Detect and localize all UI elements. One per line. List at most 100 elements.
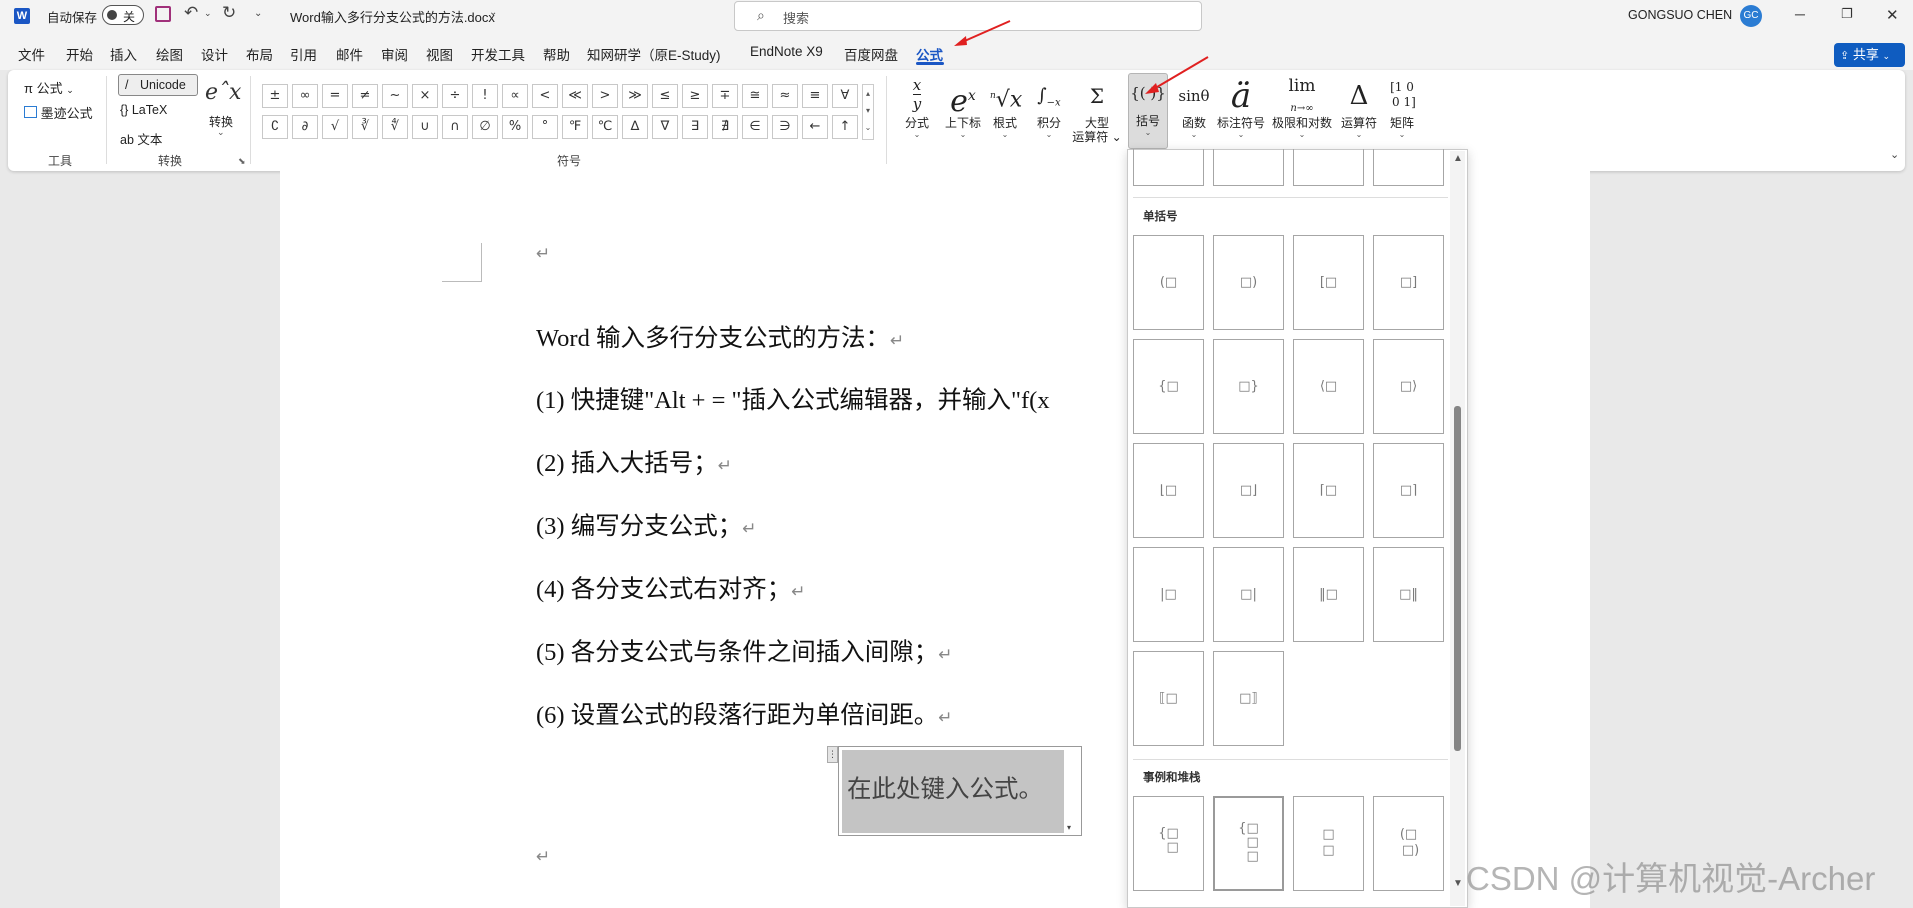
symbol-button[interactable]: > — [592, 84, 618, 108]
equation-handle[interactable]: ⋮ — [827, 746, 838, 763]
symbol-button[interactable]: ~ — [382, 84, 408, 108]
gallery-cell-partial[interactable] — [1373, 149, 1444, 186]
tab-insert[interactable]: 插入 — [110, 44, 137, 64]
scroll-down-icon[interactable]: ▼ — [1453, 878, 1463, 889]
share-button[interactable]: ⇪ 共享 ⌄ — [1834, 43, 1905, 67]
equation-options-icon[interactable]: ▾ — [1067, 823, 1071, 832]
collapse-ribbon-icon[interactable]: ⌄ — [1890, 148, 1899, 161]
symbol-button[interactable]: ← — [802, 115, 828, 139]
dialog-launcher-icon[interactable]: ⬊ — [238, 156, 246, 167]
symbol-button[interactable]: √ — [322, 115, 348, 139]
symbol-button[interactable]: ± — [262, 84, 288, 108]
bracket-cell[interactable]: (□ — [1133, 235, 1204, 330]
fraction-button[interactable]: xy 分式 ⌄ — [902, 76, 932, 140]
tab-view[interactable]: 视图 — [426, 44, 453, 64]
matrix-button[interactable]: [1 0 0 1] 矩阵 ⌄ — [1386, 76, 1418, 140]
text-button[interactable]: ab 文本 — [120, 129, 162, 148]
convert-icon[interactable]: eˆx — [205, 80, 241, 105]
symbol-button[interactable]: ∄ — [712, 115, 738, 139]
autosave-toggle[interactable]: 关 — [102, 5, 144, 25]
user-avatar[interactable]: GC — [1740, 5, 1762, 27]
bracket-cell[interactable]: ⟨□ — [1293, 339, 1364, 434]
bracket-cell[interactable]: {□ — [1133, 339, 1204, 434]
symbol-button[interactable]: ℃ — [592, 115, 618, 139]
symbol-button[interactable]: ° — [532, 115, 558, 139]
bracket-cell[interactable]: □⌋ — [1213, 443, 1284, 538]
restore-icon[interactable]: ❐ — [1841, 6, 1853, 22]
doc-line-5[interactable]: (4) 各分支公式右对齐；↵ — [536, 570, 805, 605]
stack-two-rows[interactable]: □ □ — [1293, 796, 1364, 891]
bracket-cell[interactable]: □] — [1373, 235, 1444, 330]
tab-equation[interactable]: 公式 — [916, 44, 943, 64]
symbol-button[interactable]: ∓ — [712, 84, 738, 108]
tab-file[interactable]: 文件 — [18, 44, 45, 64]
integral-button[interactable]: ∫−x 积分 ⌄ — [1033, 76, 1065, 140]
symbol-button[interactable]: ∞ — [292, 84, 318, 108]
large-operator-button[interactable]: Σ 大型 运算符 ⌄ — [1072, 76, 1122, 144]
save-icon[interactable] — [155, 6, 171, 22]
operator-button[interactable]: Δ 运算符 ⌄ — [1338, 76, 1380, 140]
bracket-cell[interactable]: □) — [1213, 235, 1284, 330]
doc-line-1[interactable]: Word 输入多行分支公式的方法：↵ — [536, 319, 904, 354]
symbol-button[interactable]: ∇ — [652, 115, 678, 139]
gallery-cell-partial[interactable] — [1213, 149, 1284, 186]
undo-icon[interactable]: ↶ — [184, 3, 198, 23]
user-name[interactable]: GONGSUO CHEN — [1628, 8, 1732, 22]
symbol-button[interactable]: ≡ — [802, 84, 828, 108]
tab-baidu[interactable]: 百度网盘 — [844, 44, 898, 64]
doc-line-7[interactable]: (6) 设置公式的段落行距为单倍间距。↵ — [536, 696, 952, 731]
symbol-button[interactable]: ≫ — [622, 84, 648, 108]
document-filename[interactable]: Word输入多行分支公式的方法.docx — [290, 7, 495, 26]
scroll-up-icon[interactable]: ▲ — [1453, 153, 1463, 164]
bracket-cell[interactable]: |□ — [1133, 547, 1204, 642]
gallery-cell-partial[interactable] — [1293, 149, 1364, 186]
doc-line-3[interactable]: (2) 插入大括号；↵ — [536, 444, 732, 479]
symbol-button[interactable]: ÷ — [442, 84, 468, 108]
accent-button[interactable]: ä 标注符号 ⌄ — [1216, 76, 1266, 140]
equation-box[interactable]: 在此处键入公式。 ▾ — [838, 746, 1082, 836]
symbol-button[interactable]: ↑ — [832, 115, 858, 139]
symbol-button[interactable]: ∃ — [682, 115, 708, 139]
tab-endnote[interactable]: EndNote X9 — [750, 44, 823, 59]
symbol-button[interactable]: ∋ — [772, 115, 798, 139]
tab-layout[interactable]: 布局 — [246, 44, 273, 64]
bracket-cell[interactable]: □| — [1213, 547, 1284, 642]
symbol-button[interactable]: ∪ — [412, 115, 438, 139]
symbol-button[interactable]: ! — [472, 84, 498, 108]
script-button[interactable]: ex 上下标 ⌄ — [942, 76, 984, 140]
bracket-cell[interactable]: [□ — [1293, 235, 1364, 330]
symbol-button[interactable]: ≠ — [352, 84, 378, 108]
bracket-cell[interactable]: ⟦□ — [1133, 651, 1204, 746]
redo-icon[interactable]: ↻ — [222, 3, 236, 23]
symbol-button[interactable]: ∁ — [262, 115, 288, 139]
bracket-cell[interactable]: □⟧ — [1213, 651, 1284, 746]
bracket-cell[interactable]: □} — [1213, 339, 1284, 434]
cases-two-rows[interactable]: {□ □ — [1133, 796, 1204, 891]
tab-developer[interactable]: 开发工具 — [471, 44, 525, 64]
symbol-button[interactable]: ≪ — [562, 84, 588, 108]
function-button[interactable]: sinθ 函数 ⌄ — [1176, 76, 1212, 140]
symbol-button[interactable]: ∂ — [292, 115, 318, 139]
minimize-icon[interactable]: ─ — [1795, 6, 1805, 22]
tab-mailings[interactable]: 邮件 — [336, 44, 363, 64]
symbol-button[interactable]: ∆ — [622, 115, 648, 139]
symbol-button[interactable]: ∩ — [442, 115, 468, 139]
symbol-button[interactable]: ∛ — [352, 115, 378, 139]
cases-three-rows[interactable]: {□ □ □ — [1213, 796, 1284, 891]
symbol-button[interactable]: ∜ — [382, 115, 408, 139]
tab-cnki[interactable]: 知网研学（原E-Study) — [587, 44, 721, 64]
equation-insert-button[interactable]: π 公式 ⌄ — [24, 78, 74, 97]
scroll-thumb[interactable] — [1454, 406, 1461, 751]
gallery-cell-partial[interactable] — [1133, 149, 1204, 186]
doc-line-2[interactable]: (1) 快捷键"Alt + = "插入公式编辑器，并输入"f(x — [536, 381, 1126, 416]
limit-log-button[interactable]: lim n→∞ 极限和对数 ⌄ — [1270, 76, 1334, 140]
symbol-button[interactable]: ℉ — [562, 115, 588, 139]
doc-line-6[interactable]: (5) 各分支公式与条件之间插入间隙；↵ — [536, 633, 952, 668]
customize-qat-icon[interactable]: ⌄ — [254, 8, 262, 19]
filename-dropdown-icon[interactable]: ⌄ — [489, 7, 497, 18]
paren-stack[interactable]: (□ □) — [1373, 796, 1444, 891]
tab-design[interactable]: 设计 — [201, 44, 228, 64]
tab-home[interactable]: 开始 — [66, 44, 93, 64]
doc-line-4[interactable]: (3) 编写分支公式；↵ — [536, 507, 756, 542]
radical-button[interactable]: n√x 根式 ⌄ — [990, 76, 1022, 140]
